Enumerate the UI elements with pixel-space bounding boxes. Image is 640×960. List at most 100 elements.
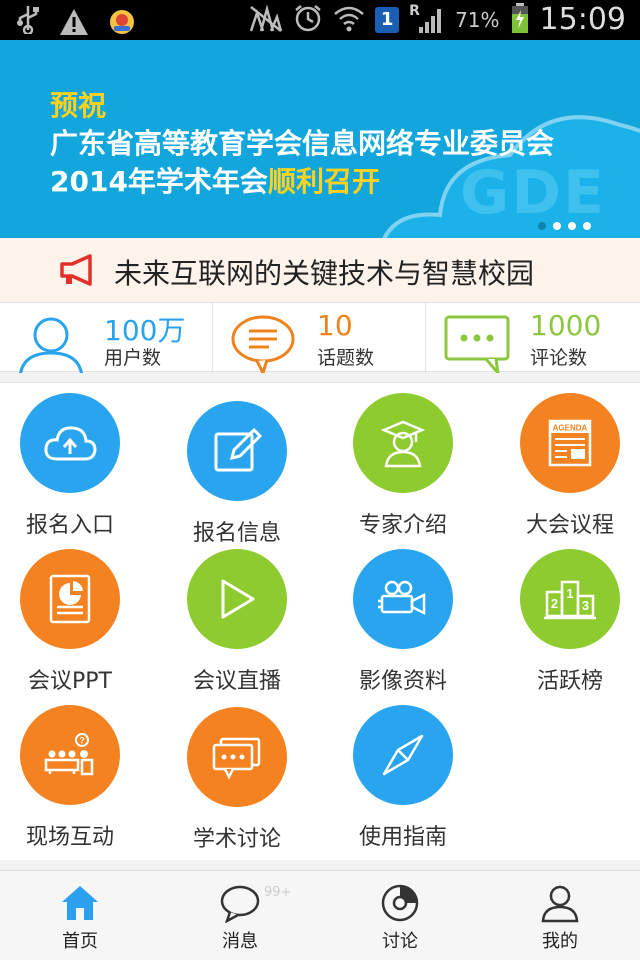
promo-banner[interactable]: GDE 预祝 广东省高等教育学会信息网络专业委员会 2014年学术年会顺利召开 [0, 40, 640, 238]
svg-text:1: 1 [566, 586, 573, 601]
status-bar: 1 R 71% 15:09 [0, 0, 640, 40]
tile-label: 报名信息 [192, 521, 281, 546]
usb-icon [16, 4, 40, 43]
app-notification-icon [108, 8, 136, 40]
battery-icon [510, 2, 530, 38]
no-signal-icon [249, 3, 283, 37]
carousel-dot[interactable] [583, 222, 591, 230]
interaction-icon: ? [44, 733, 94, 776]
alarm-icon [293, 3, 323, 37]
banner-watermark: GDE [460, 158, 607, 228]
tile-label: 影像资料 [358, 669, 447, 694]
svg-text:2: 2 [551, 596, 558, 611]
stat-label: 用户数 [104, 347, 162, 369]
carousel-dot[interactable] [568, 222, 576, 230]
tile-icon-circle: AGENDA [520, 393, 620, 493]
ppt-icon [49, 574, 91, 624]
tile-label: 会议直播 [192, 669, 281, 694]
stat-comments[interactable]: 1000 评论数 [426, 303, 640, 373]
tab-label: 讨论 [382, 931, 418, 952]
tile-experts[interactable]: 专家介绍 [323, 393, 483, 539]
tab-home[interactable]: 首页 [0, 871, 160, 960]
podium-icon: 12 3 [544, 580, 596, 620]
tile-icon-circle [20, 549, 120, 649]
stat-label: 话题数 [317, 347, 375, 369]
banner-line-2: 广东省高等教育学会信息网络专业委员会 [50, 127, 555, 160]
announcement-text: 未来互联网的关键技术与智慧校园 [114, 257, 535, 290]
tile-icon-circle: ? [20, 705, 120, 805]
tab-label: 我的 [542, 931, 578, 952]
tile-icon-circle [353, 549, 453, 649]
stat-value: 10 [317, 309, 353, 342]
discussion-icon [212, 737, 261, 779]
tile-label: 专家介绍 [358, 513, 447, 538]
play-icon [221, 579, 255, 619]
tile-label: 会议PPT [28, 669, 112, 694]
comment-bubble-icon [444, 315, 510, 373]
cell-signal-icon: R [409, 3, 445, 35]
profile-icon [541, 885, 579, 923]
stats-bar: 100万 用户数 10 话题数 1000 评论数 [0, 302, 640, 373]
tile-icon-circle [187, 707, 287, 807]
banner-line-3-prefix: 2014年学术年会 [50, 165, 268, 198]
edit-icon [214, 427, 262, 472]
battery-percent: 71% [455, 8, 500, 32]
user-icon [19, 317, 83, 373]
tab-discussion[interactable]: 讨论 [320, 871, 480, 960]
tile-registration-entry[interactable]: 报名入口 [0, 393, 150, 539]
stat-value: 1000 [530, 309, 602, 342]
stat-label: 评论数 [530, 347, 588, 369]
banner-line-3-highlight: 顺利召开 [267, 165, 380, 198]
announcement-bar[interactable]: 未来互联网的关键技术与智慧校园 [0, 238, 640, 302]
feature-grid: 报名入口 报名信息 专家介绍 AGENDA 大会议程 会议PPT 会议直播 影像… [0, 382, 640, 860]
unread-badge: 99+ [264, 885, 292, 900]
tile-leaderboard[interactable]: 12 3 活跃榜 [490, 549, 640, 695]
topic-bubble-icon [231, 315, 295, 373]
cloud-upload-icon [44, 426, 97, 461]
warning-icon [58, 7, 90, 41]
tile-icon-circle [187, 401, 287, 501]
tile-icon-circle [353, 393, 453, 493]
tile-live[interactable]: 会议直播 [157, 549, 317, 695]
tile-label: 大会议程 [525, 513, 614, 538]
carousel-dot[interactable] [553, 222, 561, 230]
tile-label: 活跃榜 [536, 669, 603, 694]
agenda-icon: AGENDA [548, 419, 592, 467]
tile-user-guide[interactable]: 使用指南 [323, 705, 483, 851]
tile-icon-circle [20, 393, 120, 493]
sim-icon: 1 [375, 7, 400, 33]
tile-icon-circle [353, 705, 453, 805]
tile-label: 使用指南 [358, 825, 447, 850]
carousel-dot[interactable] [538, 222, 546, 230]
stat-topics[interactable]: 10 话题数 [213, 303, 426, 373]
graduate-icon [380, 420, 426, 468]
tile-interaction[interactable]: ? 现场互动 [0, 705, 150, 851]
tile-registration-info[interactable]: 报名信息 [157, 401, 317, 547]
banner-line-3: 2014年学术年会顺利召开 [50, 160, 380, 200]
tab-label: 消息 [222, 931, 258, 952]
tile-label: 现场互动 [25, 825, 114, 850]
tab-messages[interactable]: 99+ 消息 [160, 871, 320, 960]
compass-icon [382, 734, 424, 776]
stat-users[interactable]: 100万 用户数 [0, 303, 213, 373]
tile-icon-circle: 12 3 [520, 549, 620, 649]
banner-line-1: 预祝 [50, 89, 107, 122]
svg-text:?: ? [79, 736, 85, 746]
video-camera-icon [378, 580, 426, 616]
svg-text:3: 3 [582, 598, 589, 613]
clock: 15:09 [539, 2, 626, 37]
wifi-icon [333, 4, 365, 36]
carousel-indicator[interactable] [538, 222, 591, 230]
tile-agenda[interactable]: AGENDA 大会议程 [490, 393, 640, 539]
tile-ppt[interactable]: 会议PPT [0, 549, 150, 695]
tile-icon-circle [187, 549, 287, 649]
megaphone-icon [60, 254, 92, 286]
svg-text:AGENDA: AGENDA [553, 424, 588, 433]
tab-profile[interactable]: 我的 [480, 871, 640, 960]
tile-label: 学术讨论 [192, 827, 281, 852]
tab-label: 首页 [62, 931, 98, 952]
tile-label: 报名入口 [25, 513, 114, 538]
tile-academic-discussion[interactable]: 学术讨论 [157, 707, 317, 853]
tile-media[interactable]: 影像资料 [323, 549, 483, 695]
discussion-tab-icon [381, 884, 419, 922]
